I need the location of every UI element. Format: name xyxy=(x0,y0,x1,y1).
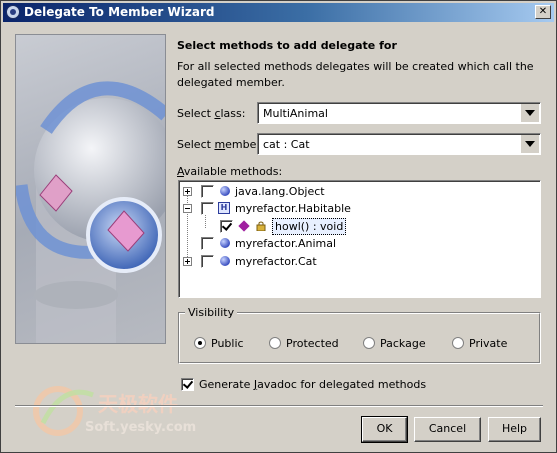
expand-icon[interactable] xyxy=(183,257,192,266)
tree-node[interactable]: howl() : void xyxy=(179,218,529,235)
radio-package-label[interactable]: Package xyxy=(380,337,426,350)
node-checkbox[interactable] xyxy=(201,255,214,268)
select-member-combo[interactable]: cat : Cat xyxy=(257,133,541,155)
watermark-text-cn: 天极软件 xyxy=(98,392,178,416)
node-label: myrefactor.Habitable xyxy=(235,202,351,215)
title-bar[interactable]: Delegate To Member Wizard ✕ xyxy=(3,3,554,22)
methods-tree[interactable]: java.lang.Object H myrefactor.Habitable … xyxy=(178,180,541,298)
ok-button[interactable]: OK xyxy=(361,416,408,443)
tree-node[interactable]: myrefactor.Animal xyxy=(179,235,529,252)
radio-protected[interactable] xyxy=(269,337,281,349)
chevron-down-icon[interactable] xyxy=(521,104,539,122)
class-ball-icon xyxy=(220,238,230,248)
node-label: java.lang.Object xyxy=(235,185,325,198)
radio-protected-label[interactable]: Protected xyxy=(286,337,339,350)
cancel-button[interactable]: Cancel xyxy=(414,417,481,442)
radio-package[interactable] xyxy=(363,337,375,349)
lock-icon xyxy=(256,221,266,231)
help-button[interactable]: Help xyxy=(488,417,541,442)
tree-node[interactable]: myrefactor.Cat xyxy=(179,253,529,270)
app-icon xyxy=(6,5,20,19)
button-separator xyxy=(15,405,543,407)
interface-icon: H xyxy=(218,202,230,214)
page-description: For all selected methods delegates will … xyxy=(177,60,534,89)
chevron-down-icon[interactable] xyxy=(521,135,539,153)
tree-node[interactable]: H myrefactor.Habitable xyxy=(179,200,529,217)
select-member-label: Select member: xyxy=(177,138,265,151)
wizard-illustration xyxy=(15,34,166,344)
select-class-value: MultiAnimal xyxy=(263,107,328,120)
class-ball-icon xyxy=(220,256,230,266)
class-ball-icon xyxy=(220,186,230,196)
collapse-icon[interactable] xyxy=(183,204,192,213)
radio-public[interactable] xyxy=(194,337,206,349)
method-icon xyxy=(238,220,250,232)
select-class-combo[interactable]: MultiAnimal xyxy=(257,102,541,124)
node-checkbox[interactable] xyxy=(201,202,214,215)
javadoc-label[interactable]: Generate Javadoc for delegated methods xyxy=(199,378,426,391)
node-checkbox[interactable] xyxy=(220,220,233,233)
tree-node[interactable]: java.lang.Object xyxy=(179,183,529,200)
watermark-text-url: Soft.yesky.com xyxy=(85,420,196,435)
available-methods-label: Available methods: xyxy=(177,165,283,178)
node-checkbox[interactable] xyxy=(201,185,214,198)
close-button[interactable]: ✕ xyxy=(535,5,551,19)
javadoc-checkbox[interactable] xyxy=(181,378,194,391)
wizard-dialog: Delegate To Member Wizard ✕ 天极软件 Soft.ye… xyxy=(0,0,557,453)
visibility-title: Visibility xyxy=(185,306,238,319)
expand-icon[interactable] xyxy=(183,187,192,196)
select-member-value: cat : Cat xyxy=(263,138,310,151)
select-class-label: Select class: xyxy=(177,107,246,120)
node-label-selected: howl() : void xyxy=(272,218,347,235)
node-checkbox[interactable] xyxy=(201,237,214,250)
page-heading: Select methods to add delegate for xyxy=(177,39,397,52)
node-label: myrefactor.Cat xyxy=(235,255,317,268)
window-title: Delegate To Member Wizard xyxy=(24,5,215,19)
radio-private-label[interactable]: Private xyxy=(469,337,507,350)
radio-public-label[interactable]: Public xyxy=(211,337,244,350)
radio-private[interactable] xyxy=(452,337,464,349)
node-label: myrefactor.Animal xyxy=(235,237,337,250)
